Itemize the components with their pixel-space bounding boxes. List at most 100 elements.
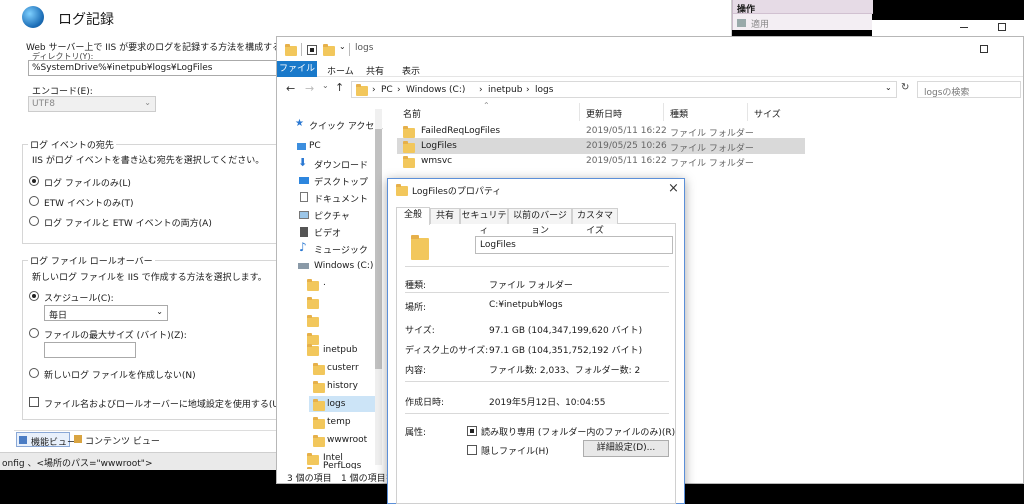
folder-icon <box>285 44 297 56</box>
folder-icon <box>403 156 415 168</box>
back-arrow-icon[interactable]: ← <box>286 82 295 95</box>
size-label: サイズ: <box>405 326 435 336</box>
forward-arrow-icon[interactable]: → <box>305 82 314 95</box>
search-input[interactable]: logsの検索 <box>917 81 1021 98</box>
radio-log-file-only[interactable] <box>29 176 39 186</box>
folder-large-icon <box>411 235 429 260</box>
column-size[interactable]: サイズ <box>754 107 781 120</box>
nav-scrollbar-thumb[interactable] <box>375 129 382 369</box>
tab-home[interactable]: ホーム <box>327 64 354 77</box>
tab-share[interactable]: 共有 <box>366 64 384 77</box>
actions-header: 操作 <box>733 0 873 15</box>
folder-icon <box>313 399 325 411</box>
folder-name-input[interactable]: LogFiles <box>475 236 673 254</box>
radio-etw-only[interactable] <box>29 196 39 206</box>
table-row[interactable]: wmsvc 2019/05/11 16:22 ファイル フォルダー <box>397 153 805 169</box>
nav-folder-dot[interactable]: . <box>323 278 326 288</box>
column-date[interactable]: 更新日時 <box>586 107 622 120</box>
address-dropdown-icon[interactable]: ⌄ <box>885 83 892 92</box>
nav-inetpub[interactable]: inetpub <box>323 345 357 355</box>
encoding-select[interactable]: UTF8 ⌄ <box>28 96 156 112</box>
tab-file[interactable]: ファイル <box>277 61 317 77</box>
disk-size-value: 97.1 GB (104,351,752,192 バイト) <box>489 346 643 356</box>
nav-scrollbar[interactable] <box>375 109 382 465</box>
attributes-label: 属性: <box>405 428 427 438</box>
breadcrumb-sep-icon: › <box>526 85 530 95</box>
maximize-icon[interactable] <box>980 45 988 53</box>
column-name[interactable]: 名前 <box>403 107 421 120</box>
readonly-checkbox[interactable] <box>467 426 477 436</box>
tab-general[interactable]: 全般 <box>396 207 430 225</box>
nav-custerr[interactable]: custerr <box>327 363 359 373</box>
tab-security[interactable]: セキュリティ <box>460 208 508 236</box>
tab-previous-versions[interactable]: 以前のバージョン <box>508 208 572 236</box>
drive-icon <box>298 263 309 269</box>
nav-history[interactable]: history <box>327 381 358 391</box>
apply-action[interactable]: 適用 <box>737 17 857 30</box>
close-icon[interactable]: × <box>668 181 679 196</box>
locale-checkbox[interactable] <box>29 397 39 407</box>
nav-pictures[interactable]: ピクチャ <box>314 209 350 222</box>
new-folder-icon[interactable] <box>323 44 335 56</box>
minimize-icon[interactable] <box>960 27 968 28</box>
contents-label: 内容: <box>405 366 427 376</box>
address-folder-icon <box>356 84 368 96</box>
feature-view-tab[interactable]: 機能ビュー <box>16 432 76 448</box>
tab-sharing[interactable]: 共有 <box>430 208 460 224</box>
status-path: onfig 、<場所のパス="wwwroot"> <box>2 459 153 469</box>
folder-icon <box>403 126 415 138</box>
tab-customize[interactable]: カスタマイズ <box>572 208 618 236</box>
events-description: IIS がログ イベントを書き込む宛先を選択してください。 <box>32 156 265 166</box>
nav-wwwroot[interactable]: wwwroot <box>327 435 367 445</box>
breadcrumb-logs[interactable]: logs <box>535 85 553 95</box>
radio-no-rollover-label: 新しいログ ファイルを作成しない(N) <box>44 371 196 381</box>
breadcrumb-pc[interactable]: PC <box>381 85 393 95</box>
address-bar[interactable]: › PC › Windows (C:) › inetpub › logs <box>351 81 897 98</box>
desktop-icon <box>299 177 309 184</box>
created-label: 作成日時: <box>405 398 445 408</box>
nav-quick-access[interactable]: クイック アクセス <box>309 119 383 132</box>
videos-icon <box>300 227 308 237</box>
column-divider <box>663 103 664 121</box>
properties-quick-icon[interactable] <box>307 45 317 55</box>
radio-schedule[interactable] <box>29 291 39 301</box>
recent-chevron-icon[interactable]: ⌄ <box>322 81 329 90</box>
folder-icon <box>313 417 325 429</box>
maximize-icon[interactable] <box>998 23 1006 31</box>
nav-music[interactable]: ミュージック <box>314 243 368 256</box>
quick-access-toolbar-divider <box>301 43 302 56</box>
hidden-checkbox[interactable] <box>467 445 477 455</box>
radio-no-rollover[interactable] <box>29 368 39 378</box>
radio-max-size[interactable] <box>29 328 39 338</box>
page-title: ログ記録 <box>58 12 114 28</box>
divider <box>405 381 669 382</box>
nav-desktop[interactable]: デスクトップ <box>314 175 368 188</box>
content-view-icon <box>74 435 82 443</box>
nav-download[interactable]: ダウンロード <box>314 158 368 171</box>
table-row[interactable]: FailedReqLogFiles 2019/05/11 16:22 ファイル … <box>397 123 805 139</box>
column-type[interactable]: 種類 <box>670 107 688 120</box>
nav-drive[interactable]: Windows (C:) <box>314 261 373 271</box>
chevron-down-icon: ⌄ <box>156 307 163 316</box>
breadcrumb-drive[interactable]: Windows (C:) <box>406 85 465 95</box>
table-row-selected[interactable]: LogFiles 2019/05/25 10:26 ファイル フォルダー <box>397 138 805 154</box>
breadcrumb-inetpub[interactable]: inetpub <box>488 85 522 95</box>
nav-videos[interactable]: ビデオ <box>314 226 341 239</box>
customize-toolbar-icon[interactable]: ⌄ <box>339 42 346 51</box>
contents-value: ファイル数: 2,033、フォルダー数: 2 <box>489 366 641 376</box>
nav-documents[interactable]: ドキュメント <box>314 192 368 205</box>
schedule-select[interactable]: 毎日 ⌄ <box>44 305 168 321</box>
nav-temp[interactable]: temp <box>327 417 351 427</box>
radio-both[interactable] <box>29 216 39 226</box>
locale-checkbox-label: ファイル名およびロールオーバーに地域設定を使用する(U) <box>44 400 283 410</box>
nav-pc[interactable]: PC <box>309 141 321 151</box>
nav-logs[interactable]: logs <box>327 399 345 409</box>
refresh-icon[interactable]: ↻ <box>901 82 909 93</box>
content-view-tab[interactable]: コンテンツ ビュー <box>72 432 160 447</box>
advanced-button[interactable]: 詳細設定(D)... <box>583 440 669 457</box>
tab-view[interactable]: 表示 <box>402 64 420 77</box>
max-size-input[interactable] <box>44 342 136 358</box>
up-arrow-icon[interactable]: ↑ <box>335 81 344 94</box>
divider <box>405 413 669 414</box>
directory-input[interactable]: %SystemDrive%¥inetpub¥logs¥LogFiles <box>28 60 280 76</box>
